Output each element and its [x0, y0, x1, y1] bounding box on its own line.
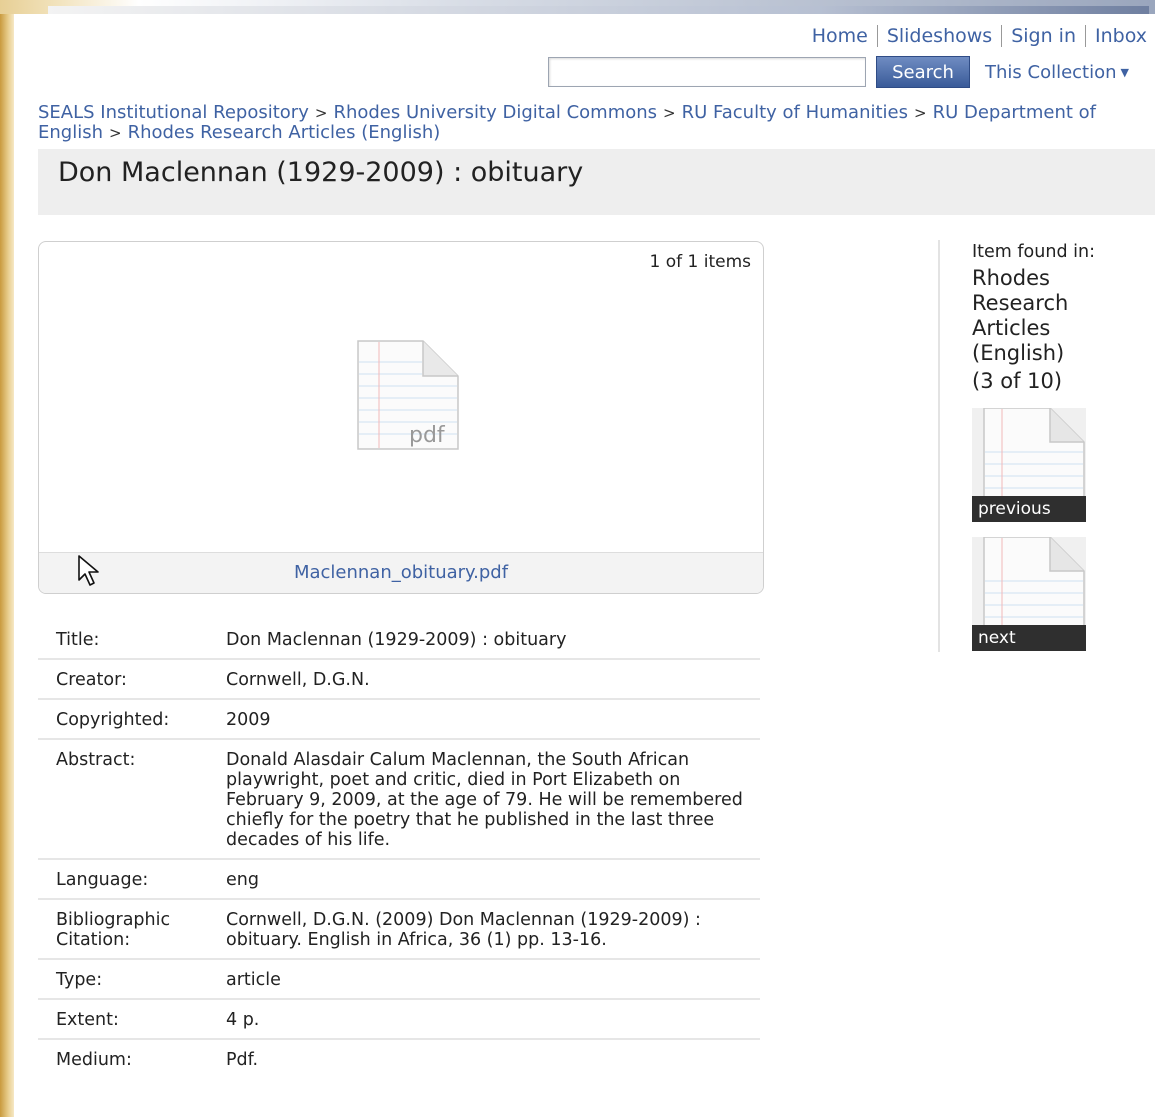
search-scope-label: This Collection: [985, 61, 1117, 83]
metadata-label-copyrighted: Copyrighted:: [56, 710, 170, 730]
table-row: Copyrighted: 2009: [38, 699, 760, 739]
nav-sign-in-link[interactable]: Sign in: [1002, 25, 1085, 47]
metadata-value-type: article: [226, 970, 281, 990]
found-in-label: Item found in:: [972, 242, 1095, 262]
metadata-label-type: Type:: [56, 970, 103, 990]
pdf-document-icon[interactable]: pdf: [357, 340, 459, 450]
collection-sidebar: Item found in: Rhodes Research Articles …: [938, 240, 1155, 652]
pdf-icon-label: pdf: [409, 423, 446, 448]
metadata-value-creator: Cornwell, D.G.N.: [226, 670, 370, 690]
table-row: Title: Don Maclennan (1929-2009) : obitu…: [38, 620, 760, 659]
metadata-label-extent: Extent:: [56, 1010, 119, 1030]
file-viewer: 1 of 1 items pdf Maclennan_obituary.pdf: [38, 241, 764, 594]
breadcrumb-link-digital-commons[interactable]: Rhodes University Digital Commons: [333, 102, 657, 123]
metadata-value-medium: Pdf.: [226, 1050, 259, 1070]
collection-position: (3 of 10): [972, 369, 1063, 393]
metadata-value-abstract: Donald Alasdair Calum Maclennan, the Sou…: [226, 750, 743, 850]
metadata-label-citation: Bibliographic Citation:: [56, 910, 171, 950]
breadcrumb-separator: >: [663, 104, 676, 122]
title-bar: Don Maclennan (1929-2009) : obituary: [38, 149, 1155, 215]
metadata-value-copyrighted: 2009: [226, 710, 271, 730]
top-nav: Home Slideshows Sign in Inbox: [803, 25, 1147, 47]
metadata-label-abstract: Abstract:: [56, 750, 136, 770]
metadata-value-extent: 4 p.: [226, 1010, 260, 1030]
item-count: 1 of 1 items: [649, 252, 752, 272]
breadcrumb-link-repository[interactable]: SEALS Institutional Repository: [38, 102, 309, 123]
file-viewer-footer: Maclennan_obituary.pdf: [39, 552, 763, 593]
metadata-value-language: eng: [226, 870, 259, 890]
metadata-table: Title: Don Maclennan (1929-2009) : obitu…: [38, 620, 760, 1078]
table-row: Medium: Pdf.: [38, 1039, 760, 1078]
page-top-band-decoration: [0, 0, 1155, 14]
previous-label: previous: [972, 496, 1086, 522]
breadcrumb-separator: >: [314, 104, 328, 122]
search-input[interactable]: [548, 57, 866, 87]
table-row: Abstract: Donald Alasdair Calum Maclenna…: [38, 739, 760, 859]
chevron-down-icon: ▼: [1120, 66, 1130, 79]
table-row: Bibliographic Citation: Cornwell, D.G.N.…: [38, 899, 760, 959]
next-item-button[interactable]: next: [972, 537, 1086, 651]
page-title: Don Maclennan (1929-2009) : obituary: [58, 157, 584, 188]
metadata-label-creator: Creator:: [56, 670, 127, 690]
metadata-value-title: Don Maclennan (1929-2009) : obituary: [226, 630, 567, 650]
nav-slideshows-link[interactable]: Slideshows: [878, 25, 1001, 47]
next-label: next: [972, 625, 1086, 651]
metadata-label-medium: Medium:: [56, 1050, 132, 1070]
search-scope-dropdown[interactable]: This Collection ▼: [985, 62, 1129, 83]
table-row: Type: article: [38, 959, 760, 999]
nav-home-link[interactable]: Home: [803, 25, 877, 47]
breadcrumb-link-collection[interactable]: Rhodes Research Articles (English): [128, 122, 441, 143]
table-row: Creator: Cornwell, D.G.N.: [38, 659, 760, 699]
mouse-cursor-icon: [78, 555, 99, 586]
metadata-label-language: Language:: [56, 870, 149, 890]
page-left-edge-decoration: [0, 0, 14, 1117]
search-button[interactable]: Search: [876, 56, 970, 88]
metadata-label-title: Title:: [56, 630, 100, 650]
breadcrumb-separator: >: [914, 104, 927, 122]
metadata-value-citation: Cornwell, D.G.N. (2009) Don Maclennan (1…: [226, 910, 701, 950]
breadcrumb-link-faculty[interactable]: RU Faculty of Humanities: [682, 102, 908, 123]
file-download-link[interactable]: Maclennan_obituary.pdf: [294, 562, 508, 583]
table-row: Language: eng: [38, 859, 760, 899]
breadcrumb: SEALS Institutional Repository > Rhodes Un…: [38, 103, 1118, 143]
search-bar: Search This Collection ▼: [548, 56, 1129, 88]
table-row: Extent: 4 p.: [38, 999, 760, 1039]
breadcrumb-separator: >: [109, 124, 122, 142]
previous-item-button[interactable]: previous: [972, 408, 1086, 522]
nav-inbox-link[interactable]: Inbox: [1086, 25, 1147, 47]
collection-name[interactable]: Rhodes Research Articles (English): [972, 266, 1092, 366]
